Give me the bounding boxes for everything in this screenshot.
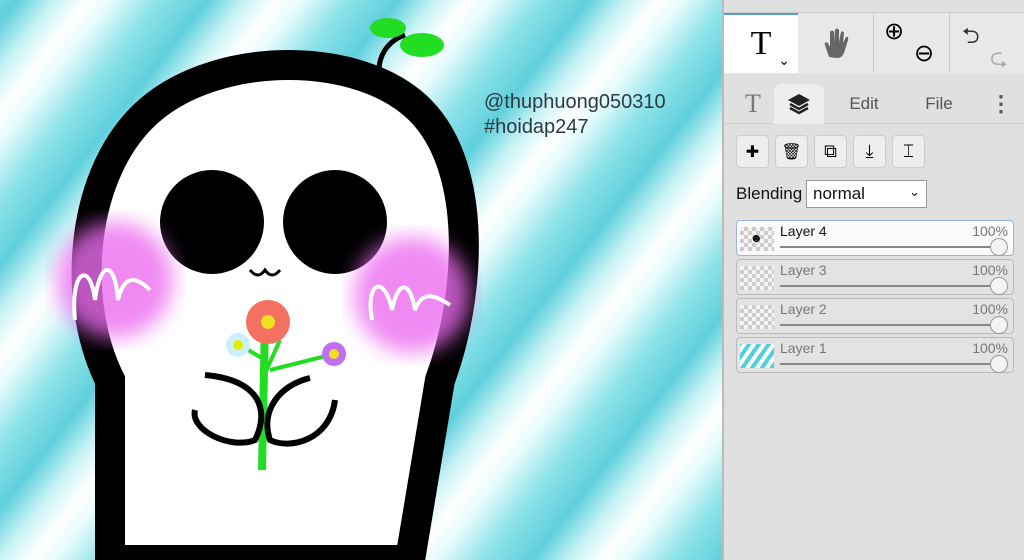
layer-opacity: 100% xyxy=(972,262,1008,278)
hand-tool-button[interactable] xyxy=(798,13,874,73)
opacity-slider-handle[interactable] xyxy=(990,277,1008,295)
undo-icon[interactable]: ⮌ xyxy=(962,19,980,57)
opacity-slider[interactable] xyxy=(780,324,998,326)
layer-name: Layer 2 xyxy=(780,301,827,317)
add-layer-button[interactable]: ✚ xyxy=(736,135,769,168)
opacity-slider[interactable] xyxy=(780,285,998,287)
drawing-canvas[interactable]: @thuphuong050310 #hoidap247 xyxy=(0,0,722,560)
layer-opacity: 100% xyxy=(972,340,1008,356)
layer-name: Layer 3 xyxy=(780,262,827,278)
layer-thumbnail xyxy=(740,344,774,368)
chevron-down-icon: ⌄ xyxy=(909,184,920,199)
side-panel: T ⌄ ⊕ ⊖ ⮌ ⮎ T Edit File ⋮ ✚ 🗑 ⧉ ⤓ ⌶ Blen… xyxy=(722,0,1024,560)
text-tool-icon: T xyxy=(750,25,772,62)
tab-file[interactable]: File xyxy=(909,84,969,124)
panel-tabs: T Edit File ⋮ xyxy=(724,84,1024,124)
layer-item[interactable]: Layer 2 100% xyxy=(736,298,1014,334)
merge-down-button[interactable]: ⤓ xyxy=(853,135,886,168)
blending-value: normal xyxy=(813,184,865,203)
more-menu-icon[interactable]: ⋮ xyxy=(986,84,1016,124)
opacity-slider[interactable] xyxy=(780,246,998,248)
opacity-slider-handle[interactable] xyxy=(990,316,1008,334)
zoom-controls: ⊕ ⊖ xyxy=(874,13,950,73)
delete-layer-button[interactable]: 🗑 xyxy=(775,135,808,168)
history-controls: ⮌ ⮎ xyxy=(950,13,1024,73)
zoom-out-icon[interactable]: ⊖ xyxy=(914,39,934,68)
blending-select[interactable]: normal ⌄ xyxy=(806,180,927,208)
watermark-username: @thuphuong050310 xyxy=(484,91,666,113)
layer-thumbnail xyxy=(740,266,774,290)
watermark-hashtag: #hoidap247 xyxy=(484,116,589,138)
zoom-in-icon[interactable]: ⊕ xyxy=(884,17,904,46)
blending-label: Blending xyxy=(736,184,803,203)
redo-icon[interactable]: ⮎ xyxy=(990,41,1008,79)
tab-text[interactable]: T xyxy=(732,84,774,124)
duplicate-layer-button[interactable]: ⧉ xyxy=(814,135,847,168)
layer-opacity: 100% xyxy=(972,223,1008,239)
tab-edit[interactable]: Edit xyxy=(834,84,894,124)
layer-item[interactable]: Layer 1 100% xyxy=(736,337,1014,373)
opacity-slider-handle[interactable] xyxy=(990,355,1008,373)
tab-layers[interactable] xyxy=(774,84,824,124)
layer-name: Layer 1 xyxy=(780,340,827,356)
opacity-slider[interactable] xyxy=(780,363,998,365)
layers-icon xyxy=(788,94,810,115)
rename-layer-button[interactable]: ⌶ xyxy=(892,135,925,168)
text-tool-button[interactable]: T ⌄ xyxy=(724,13,798,73)
tool-bar: T ⌄ ⊕ ⊖ ⮌ ⮎ xyxy=(724,12,1024,74)
layer-thumbnail: ☻ xyxy=(740,227,774,251)
hand-icon xyxy=(824,28,848,58)
panda-drawing xyxy=(57,18,479,560)
opacity-slider-handle[interactable] xyxy=(990,238,1008,256)
layer-opacity: 100% xyxy=(972,301,1008,317)
layer-item[interactable]: Layer 3 100% xyxy=(736,259,1014,295)
layer-thumbnail xyxy=(740,305,774,329)
layer-item[interactable]: ☻ Layer 4 100% xyxy=(736,220,1014,256)
layer-name: Layer 4 xyxy=(780,223,827,239)
chevron-down-icon[interactable]: ⌄ xyxy=(778,52,790,69)
